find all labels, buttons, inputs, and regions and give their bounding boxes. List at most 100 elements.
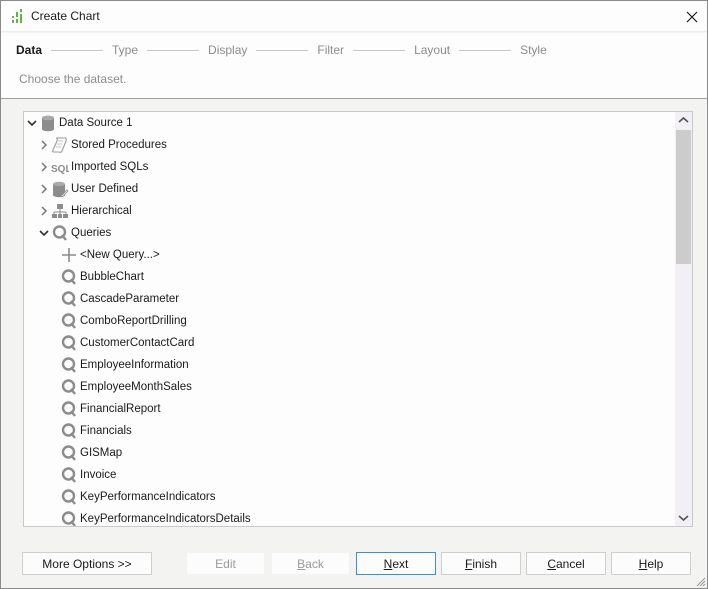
resize-grip-icon[interactable] xyxy=(694,575,706,587)
query-icon xyxy=(61,423,76,439)
step-divider xyxy=(147,49,200,51)
step-filter[interactable]: Filter xyxy=(317,43,344,57)
step-style[interactable]: Style xyxy=(520,43,547,57)
create-chart-dialog: Create Chart Data Type Display Filter La… xyxy=(0,0,708,589)
scroll-up-icon[interactable] xyxy=(675,112,692,129)
tree-node-query[interactable]: KeyPerformanceIndicatorsDetails xyxy=(59,508,251,526)
query-icon xyxy=(61,401,76,417)
chart-bars-icon xyxy=(12,9,22,23)
svg-text:SQL: SQL xyxy=(51,164,69,175)
step-type[interactable]: Type xyxy=(112,43,138,57)
next-button[interactable]: Next xyxy=(356,552,436,575)
tree-node-query[interactable]: ComboReportDrilling xyxy=(59,310,187,332)
title-bar: Create Chart xyxy=(1,1,707,32)
close-icon[interactable] xyxy=(681,6,703,28)
step-divider xyxy=(51,49,104,51)
chevron-right-icon[interactable] xyxy=(38,183,50,195)
mnemonic: C xyxy=(547,556,556,571)
chevron-down-icon[interactable] xyxy=(38,227,50,239)
plus-icon xyxy=(62,248,76,262)
query-icon xyxy=(61,313,76,329)
tree-label: EmployeeMonthSales xyxy=(80,381,192,393)
tree-label: FinancialReport xyxy=(80,403,161,415)
step-divider xyxy=(256,49,309,51)
scroll-thumb[interactable] xyxy=(676,130,691,264)
step-data[interactable]: Data xyxy=(16,43,42,57)
tree-node-hierarchical[interactable]: Hierarchical xyxy=(38,200,132,222)
tree-node-query[interactable]: CascadeParameter xyxy=(59,288,179,310)
query-icon xyxy=(61,445,76,461)
tree-node-imported-sqls[interactable]: SQL Imported SQLs xyxy=(38,156,148,178)
step-display[interactable]: Display xyxy=(208,43,247,57)
query-icon xyxy=(61,467,76,483)
tree-node-query[interactable]: Invoice xyxy=(59,464,116,486)
button-label: inish xyxy=(472,556,498,571)
more-options-button[interactable]: More Options >> xyxy=(22,552,152,575)
chevron-right-icon[interactable] xyxy=(38,161,50,173)
tree-label: User Defined xyxy=(71,183,139,195)
hierarchy-icon xyxy=(52,204,68,218)
dataset-tree[interactable]: Data Source 1 Stored Procedures SQL Impo… xyxy=(23,111,693,527)
tree-node-query[interactable]: BubbleChart xyxy=(59,266,144,288)
wizard-steps: Data Type Display Filter Layout Style xyxy=(16,42,547,58)
tree-node-query[interactable]: KeyPerformanceIndicators xyxy=(59,486,216,508)
database-icon xyxy=(42,115,54,132)
tree-label: Invoice xyxy=(80,469,117,481)
back-button[interactable]: Back xyxy=(271,552,350,575)
tree-node-query[interactable]: EmployeeInformation xyxy=(59,354,189,376)
step-layout[interactable]: Layout xyxy=(414,43,450,57)
mnemonic: H xyxy=(638,556,648,571)
wizard-header: Data Type Display Filter Layout Style Ch… xyxy=(1,33,707,99)
query-icon xyxy=(61,291,76,307)
chevron-down-icon[interactable] xyxy=(26,117,38,129)
finish-button[interactable]: Finish xyxy=(441,552,521,575)
chevron-right-icon[interactable] xyxy=(38,205,50,217)
tree-node-queries[interactable]: Queries xyxy=(38,222,111,244)
tree-node-data-source[interactable]: Data Source 1 xyxy=(26,112,133,134)
tree-scrollbar[interactable] xyxy=(675,112,692,526)
mnemonic: F xyxy=(464,556,473,571)
mnemonic: B xyxy=(297,556,306,571)
tree-label: BubbleChart xyxy=(80,271,144,283)
tree-node-query[interactable]: GISMap xyxy=(59,442,122,464)
tree-label: <New Query...> xyxy=(80,249,160,261)
cancel-button[interactable]: Cancel xyxy=(526,552,606,575)
tree-label: CustomerContactCard xyxy=(80,337,195,349)
help-button[interactable]: Help xyxy=(611,552,691,575)
sql-icon: SQL xyxy=(51,164,69,175)
button-label: ext xyxy=(392,556,409,571)
tree-node-query[interactable]: EmployeeMonthSales xyxy=(59,376,192,398)
tree-node-query[interactable]: Financials xyxy=(59,420,132,442)
scroll-icon xyxy=(52,137,67,153)
mnemonic: N xyxy=(383,556,393,571)
window-title: Create Chart xyxy=(31,9,100,23)
tree-label: KeyPerformanceIndicators xyxy=(80,491,216,503)
chevron-right-icon[interactable] xyxy=(38,139,50,151)
tree-label: Hierarchical xyxy=(71,205,132,217)
tree-label: GISMap xyxy=(80,447,123,459)
tree-node-query[interactable]: CustomerContactCard xyxy=(59,332,194,354)
tree-label: Imported SQLs xyxy=(71,161,149,173)
tree-label: EmployeeInformation xyxy=(80,359,189,371)
button-label: elp xyxy=(647,556,664,571)
tree-node-stored-procedures[interactable]: Stored Procedures xyxy=(38,134,167,156)
tree-label: KeyPerformanceIndicatorsDetails xyxy=(80,513,251,525)
query-icon xyxy=(61,357,76,373)
tree-node-query[interactable]: FinancialReport xyxy=(59,398,161,420)
query-icon xyxy=(61,269,76,285)
wizard-subtitle: Choose the dataset. xyxy=(19,72,127,86)
scroll-down-icon[interactable] xyxy=(675,509,692,526)
query-icon xyxy=(61,379,76,395)
tree-label: Financials xyxy=(80,425,132,437)
tree-label: Stored Procedures xyxy=(71,139,167,151)
query-icon xyxy=(52,225,67,241)
query-icon xyxy=(61,335,76,351)
database-edit-icon xyxy=(53,181,69,198)
edit-button[interactable]: Edit xyxy=(186,552,265,575)
query-icon xyxy=(61,489,76,505)
tree-node-user-defined[interactable]: User Defined xyxy=(38,178,138,200)
query-icon xyxy=(61,511,76,526)
tree-label: ComboReportDrilling xyxy=(80,315,187,327)
tree-label: Queries xyxy=(71,227,112,239)
tree-node-new-query[interactable]: <New Query...> xyxy=(59,244,160,266)
